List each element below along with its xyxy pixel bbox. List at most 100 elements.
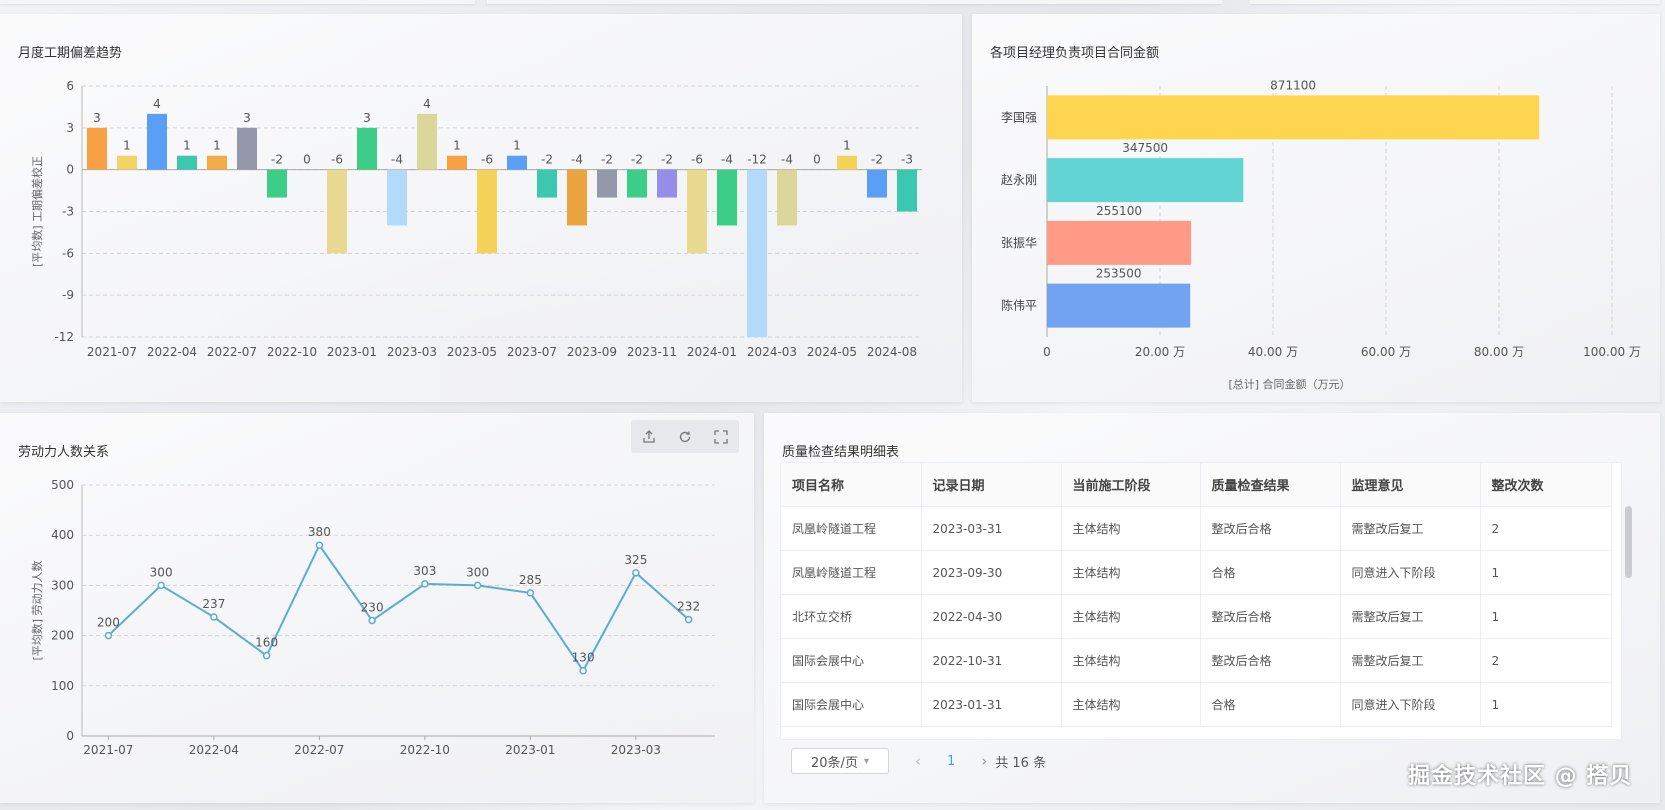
total-count: 共 16 条 [995, 755, 1047, 771]
table-row[interactable]: 凤凰岭隧道工程 2023-09-30 主体结构 合格 同意进入下阶段 1 [781, 550, 1612, 595]
deviation-bar [327, 169, 347, 254]
x-tick-label: 2023-01 [327, 345, 377, 359]
table-cell: 同意进入下阶段 [1340, 682, 1481, 727]
table-cell: 2022-10-31 [921, 638, 1062, 683]
top-panel-edge [1250, 0, 1660, 4]
deviation-bar [687, 169, 707, 254]
table-cell: 2023-03-31 [921, 506, 1062, 551]
page-size-select[interactable]: 20条/页 ▾ [791, 748, 889, 774]
y-tick-label: 3 [66, 121, 74, 135]
column-header[interactable]: 整改次数 [1480, 463, 1612, 507]
x-tick-label: 2023-09 [567, 345, 617, 359]
current-page[interactable]: 1 [947, 754, 955, 769]
chevron-down-icon: ▾ [863, 755, 869, 767]
y-tick-label: -12 [54, 330, 74, 344]
table-row[interactable]: 北环立交桥 2022-04-30 主体结构 整改后合格 需整改后复工 1 [781, 594, 1612, 639]
x-tick-label: 2023-05 [447, 345, 497, 359]
table-cell: 1 [1480, 550, 1612, 595]
bar-data-label: -2 [271, 153, 283, 167]
x-tick-label: 2023-03 [387, 345, 437, 359]
deviation-bar [747, 169, 767, 337]
refresh-icon[interactable] [672, 424, 698, 450]
y-tick-label: -3 [62, 205, 74, 219]
deviation-bar [627, 169, 647, 198]
prev-page-icon[interactable]: ‹ [915, 752, 921, 770]
next-page-icon[interactable]: › [981, 752, 987, 770]
table-row[interactable]: 国际会展中心 2022-10-31 主体结构 整改后合格 需整改后复工 2 [781, 638, 1612, 683]
x-tick-label: 2022-07 [207, 345, 257, 359]
deviation-bar [357, 127, 377, 170]
deviation-bar [87, 127, 107, 170]
deviation-bar [867, 169, 887, 198]
table-cell: 整改后合格 [1200, 594, 1341, 639]
bar-data-label: -2 [661, 153, 673, 167]
bar-data-label: 4 [423, 97, 431, 111]
deviation-chart: 6 3 0 -3 -6 -9 -12 [平均数] 工期偏差校正 3 1 4 1 1 3 -2 0 -6 3 -4 4 1… [30, 79, 922, 359]
column-header[interactable]: 当前施工阶段 [1061, 463, 1201, 507]
deviation-bar [897, 169, 917, 212]
table-cell: 合格 [1200, 550, 1341, 595]
deviation-bar [237, 127, 257, 170]
bar-data-label: 1 [843, 139, 851, 153]
column-header[interactable]: 监理意见 [1340, 463, 1481, 507]
quality-table: 项目名称 记录日期 当前施工阶段 质量检查结果 监理意见 整改次数 凤凰岭隧道工… [780, 462, 1622, 740]
column-header[interactable]: 质量检查结果 [1200, 463, 1341, 507]
x-tick-label: 2023-11 [627, 345, 677, 359]
table-cell: 整改后合格 [1200, 506, 1341, 551]
bar-data-label: 4 [153, 97, 161, 111]
column-header[interactable]: 项目名称 [781, 463, 922, 507]
y-tick-label: 0 [66, 163, 74, 177]
table-row[interactable]: 凤凰岭隧道工程 2023-03-31 主体结构 整改后合格 需整改后复工 2 [781, 506, 1612, 551]
table-cell: 需整改后复工 [1340, 638, 1481, 683]
contract-title: 各项目经理负责项目合同金额 [990, 46, 1160, 61]
deviation-bar [657, 169, 677, 198]
x-tick-label: 2021-07 [87, 345, 137, 359]
bar-data-label: -4 [721, 153, 733, 167]
deviation-bar [177, 155, 197, 170]
chart-toolbar [631, 420, 739, 453]
deviation-bar [477, 169, 497, 254]
bar-data-label: -4 [391, 153, 403, 167]
bar-data-label: 3 [93, 111, 101, 125]
bar-data-label: -6 [481, 153, 493, 167]
y-tick-label: 6 [66, 79, 74, 93]
column-header[interactable]: 记录日期 [921, 463, 1062, 507]
table-cell: 主体结构 [1061, 550, 1201, 595]
table-cell: 主体结构 [1061, 638, 1201, 683]
labor-title: 劳动力人数关系 [18, 445, 110, 460]
deviation-bar [417, 113, 437, 170]
table-cell: 主体结构 [1061, 682, 1201, 727]
table-cell: 主体结构 [1061, 506, 1201, 551]
bar-data-label: -4 [781, 153, 793, 167]
bar-data-label: 1 [213, 139, 221, 153]
fullscreen-icon[interactable] [708, 424, 734, 450]
deviation-bar [567, 169, 587, 226]
deviation-bar [117, 155, 137, 170]
x-tick-label: 2024-08 [867, 345, 917, 359]
table-cell: 2023-09-30 [921, 550, 1062, 595]
deviation-bar [537, 169, 557, 198]
labor-panel: 劳动力人数关系 [0, 413, 754, 803]
bar-data-label: 1 [513, 139, 521, 153]
deviation-bar [267, 169, 287, 198]
deviation-bar [777, 169, 797, 226]
deviation-bar [717, 169, 737, 226]
deviation-bar [447, 155, 467, 170]
x-tick-label: 2022-10 [267, 345, 317, 359]
x-tick-label: 2024-01 [687, 345, 737, 359]
table-row[interactable]: 国际会展中心 2023-01-31 主体结构 合格 同意进入下阶段 1 [781, 682, 1612, 727]
table-cell: 2 [1480, 506, 1612, 551]
contract-panel: 各项目经理负责项目合同金额 [972, 14, 1660, 402]
bar-data-label: -12 [747, 153, 767, 167]
bar-data-label: -2 [601, 153, 613, 167]
y-axis-label: [平均数] 工期偏差校正 [30, 156, 44, 267]
bar-data-label: -4 [571, 153, 583, 167]
bar-data-label: -6 [331, 153, 343, 167]
export-icon[interactable] [636, 424, 662, 450]
bar-data-label: 1 [123, 139, 131, 153]
table-scrollbar[interactable] [1625, 506, 1632, 578]
table-header-row: 项目名称 记录日期 当前施工阶段 质量检查结果 监理意见 整改次数 [781, 463, 1612, 507]
deviation-bar [837, 155, 857, 170]
table-cell: 国际会展中心 [781, 638, 922, 683]
table-cell: 2022-04-30 [921, 594, 1062, 639]
